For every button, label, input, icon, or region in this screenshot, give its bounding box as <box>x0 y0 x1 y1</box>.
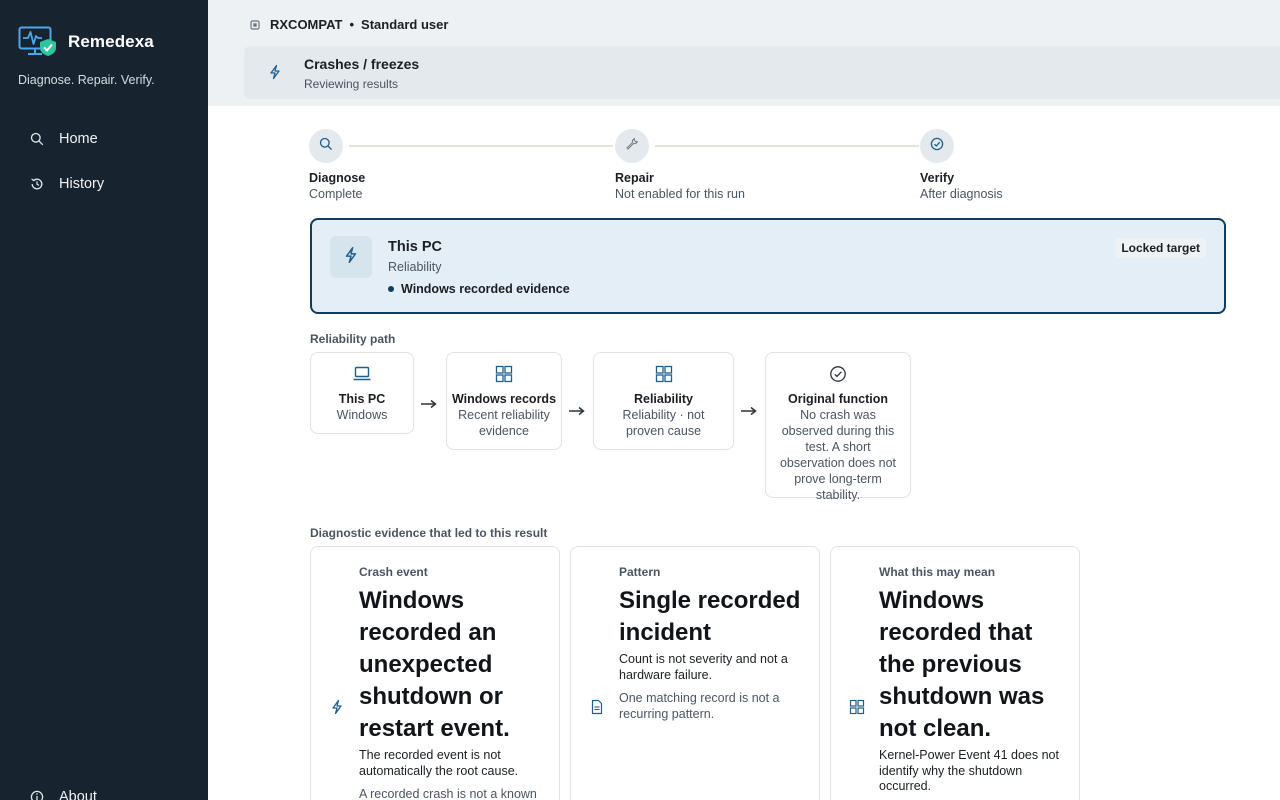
target-icon-box <box>330 236 372 278</box>
evidence-headline: Windows recorded an unexpected shutdown … <box>359 587 510 742</box>
evidence-label: What this may mean <box>879 565 996 579</box>
step-diagnose <box>309 129 343 163</box>
search-icon <box>30 132 44 146</box>
app-name: Remedexa <box>68 32 154 51</box>
node-title: Original function <box>788 392 888 406</box>
step-repair <box>615 129 649 163</box>
step-status: Not enabled for this run <box>615 187 745 201</box>
node-title: This PC <box>338 392 386 406</box>
progress-stepper: Diagnose Complete Repair Not enabled for… <box>309 128 1269 208</box>
windows-icon <box>849 699 865 715</box>
node-subtitle: Reliability · not proven cause <box>622 408 705 438</box>
task-status: Reviewing results <box>304 77 399 91</box>
check-circle-icon <box>766 365 910 385</box>
step-status: After diagnosis <box>920 187 1003 201</box>
sidebar: Remedexa Diagnose. Repair. Verify. Home … <box>0 0 208 800</box>
node-subtitle: No crash was observed during this test. … <box>779 408 897 502</box>
evidence-label: Pattern <box>619 565 661 579</box>
search-icon <box>319 137 333 156</box>
node-subtitle: Recent reliability evidence <box>458 408 550 438</box>
laptop-icon <box>311 365 413 385</box>
windows-icon <box>447 365 561 385</box>
main-content: RXCOMPAT • Standard user Crashes / freez… <box>208 0 1280 800</box>
evidence-body: Kernel-Power Event 41 does not identify … <box>879 748 1059 793</box>
path-node-windows-records: Windows records Recent reliability evide… <box>446 352 562 450</box>
sidebar-item-label: Home <box>59 131 98 147</box>
evidence-note: One matching record is not a recurring p… <box>619 691 780 721</box>
sidebar-item-label: About <box>59 789 97 800</box>
info-icon <box>30 790 44 800</box>
evidence-text: Windows recorded evidence <box>401 282 570 296</box>
path-node-reliability: Reliability Reliability · not proven cau… <box>593 352 734 450</box>
sidebar-item-label: History <box>59 176 105 192</box>
header-band: RXCOMPAT • Standard user Crashes / freez… <box>208 0 1280 106</box>
monitor-shield-logo-icon <box>18 26 58 58</box>
sidebar-item-home[interactable]: Home <box>30 131 98 147</box>
step-label: Verify <box>920 171 955 185</box>
node-title: Reliability <box>633 392 694 406</box>
evidence-card-what-this-may-mean: What this may mean Windows recorded that… <box>830 546 1080 800</box>
chip-icon <box>250 19 260 30</box>
target-subtitle: Reliability <box>388 260 442 274</box>
evidence-body: The recorded event is not automatically … <box>359 748 519 778</box>
bullet-dot <box>388 286 394 292</box>
task-banner: Crashes / freezes Reviewing results <box>244 46 1280 99</box>
evidence-label: Crash event <box>359 565 428 579</box>
target-evidence: Windows recorded evidence <box>388 282 570 296</box>
target-card: This PC Reliability Windows recorded evi… <box>310 218 1226 314</box>
bolt-icon <box>329 699 345 715</box>
locked-target-badge: Locked target <box>1115 238 1206 258</box>
bolt-icon <box>267 64 283 80</box>
step-connector <box>349 145 613 147</box>
step-label: Repair <box>615 171 654 185</box>
brand: Remedexa <box>18 26 154 58</box>
bolt-icon <box>342 246 360 269</box>
arrow-right-icon <box>569 406 585 416</box>
sidebar-item-history[interactable]: History <box>30 176 104 192</box>
evidence-headline: Single recorded incident <box>619 587 801 646</box>
arrow-right-icon <box>421 399 437 409</box>
step-label: Diagnose <box>309 171 366 185</box>
check-circle-icon <box>930 137 944 156</box>
target-title: This PC <box>388 239 442 255</box>
path-node-this-pc: This PC Windows <box>310 352 414 434</box>
evidence-card-pattern: Pattern Single recorded incident Count i… <box>570 546 820 800</box>
step-connector <box>655 145 919 147</box>
node-title: Windows records <box>451 392 557 406</box>
arrow-right-icon <box>741 406 757 416</box>
separator: • <box>349 17 355 32</box>
evidence-heading: Diagnostic evidence that led to this res… <box>310 526 548 540</box>
device-name: RXCOMPAT <box>270 17 343 32</box>
sidebar-item-about[interactable]: About <box>30 789 97 800</box>
evidence-headline: Windows recorded that the previous shutd… <box>879 587 1045 742</box>
evidence-note: A recorded crash is not a known <box>359 787 537 800</box>
windows-icon <box>594 365 733 385</box>
step-status: Complete <box>309 187 363 201</box>
device-info: RXCOMPAT • Standard user <box>250 17 448 32</box>
user-role: Standard user <box>361 17 449 32</box>
path-node-original-function: Original function No crash was observed … <box>765 352 911 502</box>
document-icon <box>589 699 605 715</box>
step-verify <box>920 129 954 163</box>
app-tagline: Diagnose. Repair. Verify. <box>18 73 155 87</box>
history-icon <box>30 177 44 191</box>
evidence-card-crash-event: Crash event Windows recorded an unexpect… <box>310 546 560 800</box>
evidence-body: Count is not severity and not a hardware… <box>619 652 788 682</box>
wrench-icon <box>625 137 639 156</box>
task-title: Crashes / freezes <box>304 56 420 72</box>
node-subtitle: Windows <box>336 408 388 422</box>
reliability-path-heading: Reliability path <box>310 332 396 346</box>
